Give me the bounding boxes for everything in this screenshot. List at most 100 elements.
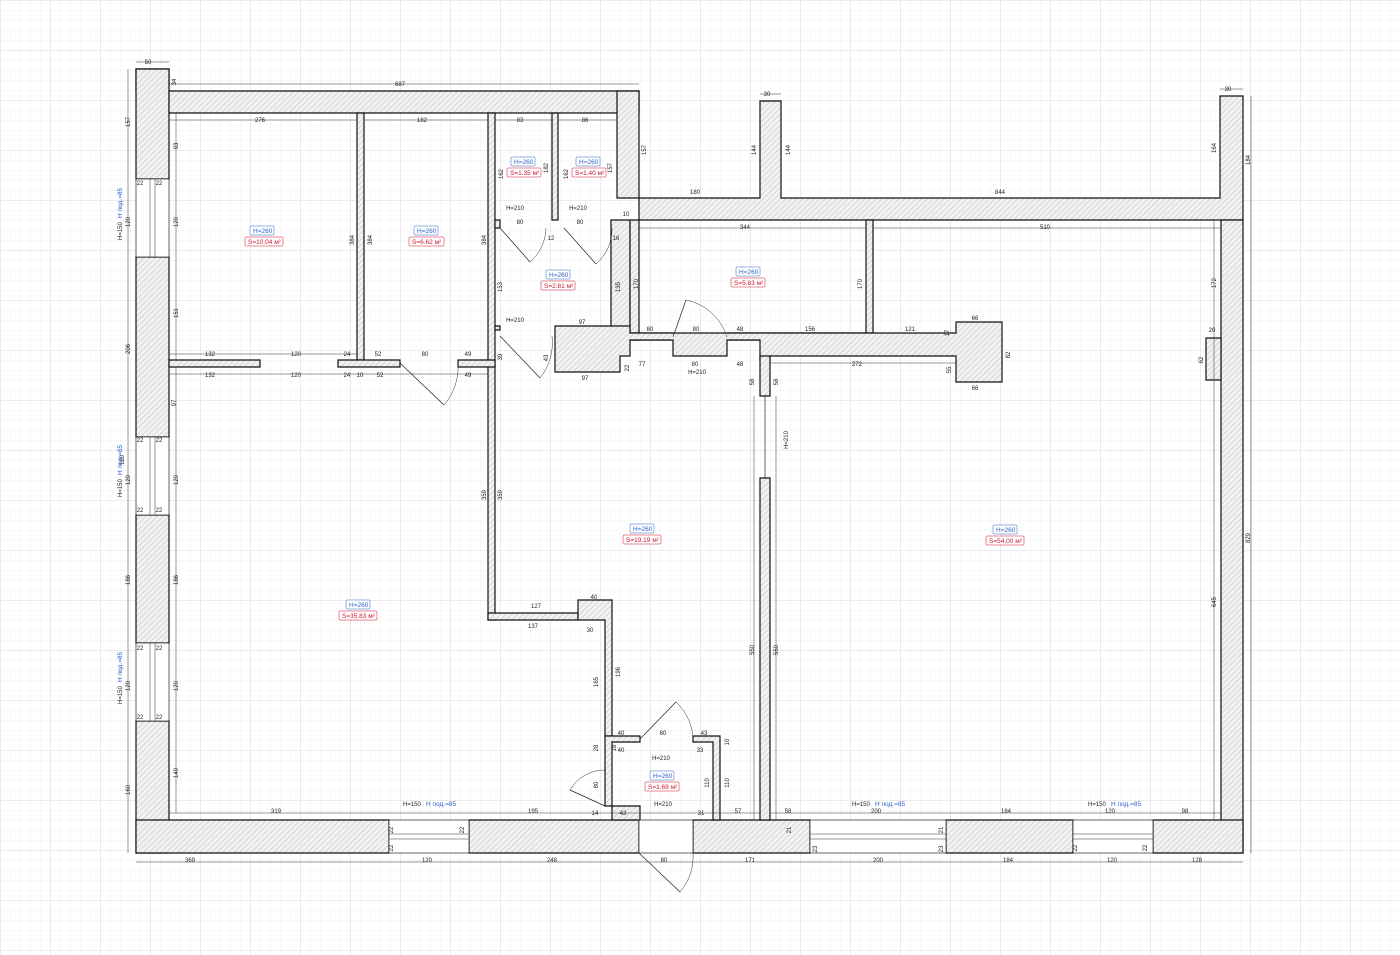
window-bottom-3 — [1072, 819, 1154, 854]
window-label-h-3: H=150 — [118, 685, 124, 704]
room-height: H=260 — [549, 272, 569, 279]
dimension-label: 58 — [774, 378, 780, 385]
dimension-label: 172 — [1212, 277, 1218, 288]
window-label-sill-2: H под.=85 — [117, 444, 124, 475]
room-area: S=54.00 м² — [989, 538, 1023, 545]
wall-bottom-1 — [135, 819, 390, 854]
dimension-label: 80 — [647, 327, 654, 333]
dimension-label: 21 — [787, 826, 793, 833]
wall-bottom-3 — [692, 819, 811, 854]
dimension-label: 80 — [577, 220, 584, 226]
dimension-label: 50 — [145, 60, 152, 66]
dimension-label: 48 — [737, 327, 744, 333]
dimension-label: 128 — [1192, 858, 1203, 864]
window-label-h-6: H=150 — [1088, 802, 1107, 808]
dimension-label: 80 — [594, 781, 600, 788]
dimension-label: 184 — [1003, 858, 1014, 864]
wall-int-18 — [487, 612, 579, 621]
wall-bottom-5 — [1152, 819, 1244, 854]
dimension-label: 30 — [1225, 87, 1232, 93]
dimension-label: 33 — [697, 748, 704, 754]
window-bottom-2 — [809, 819, 947, 854]
dimension-label: 120 — [126, 474, 132, 485]
dimension-label: 57 — [735, 809, 742, 815]
dimension-label: 144 — [786, 144, 792, 155]
dimension-label: 184 — [1246, 154, 1252, 165]
dimension-label: 156 — [805, 327, 816, 333]
dimension-label: 49 — [465, 352, 472, 358]
dimension-label: 62 — [1199, 356, 1205, 363]
dimension-label: 121 — [905, 327, 916, 333]
dimension-label: 140 — [174, 767, 180, 778]
room-height: H=260 — [633, 526, 653, 533]
dimension-label: 12 — [548, 236, 555, 242]
dimension-label: 550 — [774, 644, 780, 655]
dimension-label: 22 — [137, 646, 144, 652]
dimension-label: 170 — [858, 278, 864, 289]
room-height: H=260 — [579, 159, 599, 166]
dimension-label: 22 — [1143, 844, 1149, 851]
dimension-label: 14 — [592, 811, 599, 817]
wall-int-16 — [1205, 337, 1222, 381]
dimension-label: 22 — [156, 646, 163, 652]
dimension-label: 120 — [126, 680, 132, 691]
wall-int-1 — [356, 112, 365, 361]
room-height: H=260 — [417, 228, 437, 235]
room-area: S=1.69 м² — [648, 784, 678, 791]
dimension-label: 40 — [591, 595, 598, 601]
dimension-label: 206 — [126, 343, 132, 354]
dimension-label: 164 — [1212, 142, 1218, 153]
dimension-label: 151 — [174, 307, 180, 318]
dimension-label: 170 — [634, 278, 640, 289]
dimension-label: 22 — [156, 438, 163, 444]
room-height: H=260 — [739, 269, 759, 276]
dimension-label: 120 — [291, 373, 302, 379]
wall-int-14 — [759, 355, 771, 397]
window-label-sill-1: H под.=85 — [117, 187, 124, 218]
wall-bottom-4 — [945, 819, 1074, 854]
wall-int-10 — [865, 219, 874, 337]
dimension-label: 22 — [1073, 844, 1079, 851]
dimension-label: 24 — [344, 373, 351, 379]
dimension-label: 22 — [460, 826, 466, 833]
dimension-label: 21 — [939, 826, 945, 833]
window-left-3 — [135, 642, 170, 722]
dimension-label: 77 — [639, 362, 646, 368]
window-label-sill-6: H под.=85 — [1111, 801, 1142, 808]
dimension-label: 359 — [482, 489, 488, 500]
dimension-label: H=210 — [652, 756, 671, 762]
wall-top-notch — [616, 90, 640, 199]
window-label-h-2: H=150 — [118, 478, 124, 497]
wall-left-upper — [135, 68, 170, 180]
dimension-label: 196 — [616, 666, 622, 677]
dimension-label: 272 — [852, 362, 863, 368]
room-height: H=260 — [349, 602, 369, 609]
dimension-label: 182 — [417, 118, 428, 124]
dimension-label: 40 — [618, 731, 625, 737]
dimension-label: 22 — [137, 438, 144, 444]
dimension-label: 171 — [745, 858, 756, 864]
dimension-label: H=210 — [688, 370, 707, 376]
dimension-label: 195 — [528, 809, 539, 815]
dimension-label: 22 — [156, 508, 163, 514]
dimension-label: 93 — [174, 142, 180, 149]
dimension-label: 20 — [1209, 328, 1216, 334]
dimension-label: 80 — [693, 327, 700, 333]
dimension-label: 10 — [623, 212, 630, 218]
dimension-label: 144 — [752, 144, 758, 155]
dimension-label: 369 — [185, 858, 196, 864]
dimension-label: 162 — [499, 168, 505, 179]
dimension-label: 384 — [482, 234, 488, 245]
dimension-label: H=210 — [569, 206, 588, 212]
dimension-label: 30 — [587, 628, 594, 634]
dimension-label: H=210 — [784, 430, 790, 449]
dimension-label: 344 — [740, 225, 751, 231]
dimension-label: 34 — [172, 78, 178, 85]
dimension-label: 55 — [947, 366, 953, 373]
dimension-label: 359 — [498, 489, 504, 500]
wall-bottom-2 — [468, 819, 640, 854]
dimension-label: H=210 — [506, 318, 525, 324]
dimension-label: 510 — [1040, 225, 1051, 231]
dimension-label: 120 — [174, 474, 180, 485]
wall-right — [1220, 219, 1244, 854]
